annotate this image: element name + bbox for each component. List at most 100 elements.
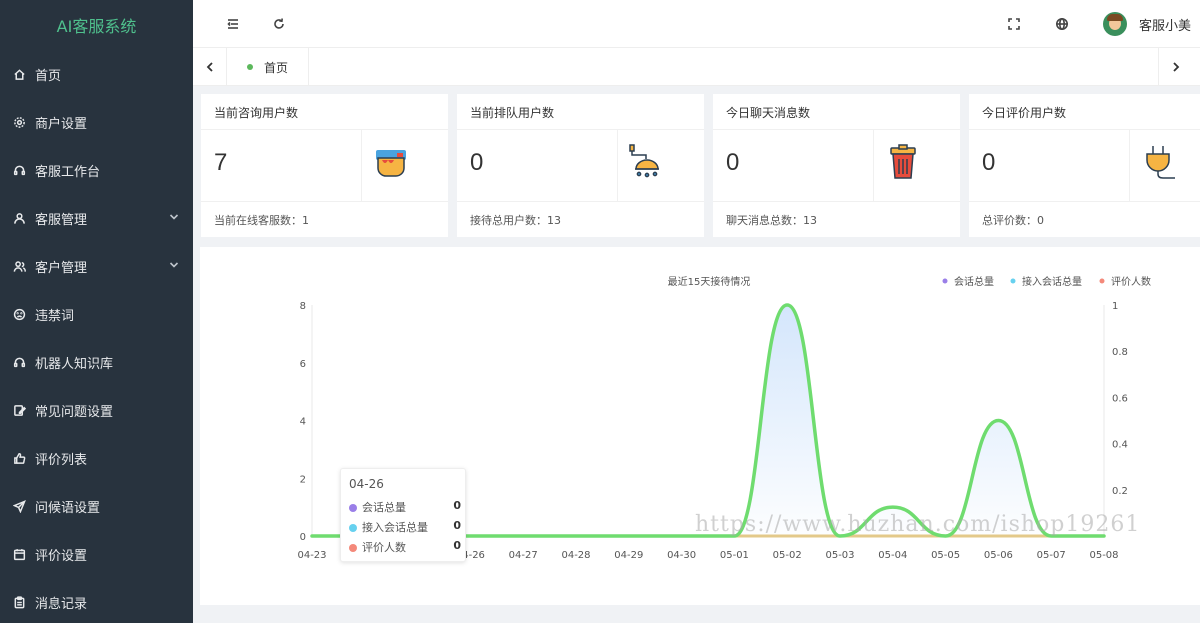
sidebar-item-label: 机器人知识库 (35, 356, 114, 372)
tooltip-row-value: 0 (453, 519, 461, 532)
legend-marker (942, 278, 948, 284)
sidebar-item[interactable]: 客服管理 (0, 194, 193, 242)
sidebar-item[interactable]: 评价设置 (0, 530, 193, 578)
y-left-tick-label: 6 (300, 359, 306, 370)
card-value: 0 (470, 149, 484, 176)
paint-bucket-icon (373, 144, 409, 180)
sidebar-item-label: 违禁词 (35, 308, 75, 324)
gear-icon (12, 115, 26, 129)
sidebar-item[interactable]: 客户管理 (0, 242, 193, 290)
users-icon (12, 259, 26, 273)
card-title: 当前排队用户数 (470, 106, 555, 120)
chart-title: 最近15天接待情况 (668, 275, 751, 288)
tooltip-row-value: 0 (453, 499, 461, 512)
x-tick-label: 05-06 (984, 550, 1013, 561)
sidebar-item-label: 客户管理 (35, 260, 88, 276)
headset-icon (12, 163, 26, 177)
menu-collapse-icon[interactable] (223, 14, 243, 34)
x-tick-label: 04-29 (614, 550, 643, 561)
y-right-tick-label: 0.4 (1112, 440, 1128, 451)
legend-label: 会话总量 (954, 275, 994, 288)
y-right-tick-label: 1 (1112, 301, 1118, 312)
tooltip-row: 接入会话总量 0 (349, 519, 461, 535)
sidebar-item[interactable]: 评价列表 (0, 434, 193, 482)
sidebar-item-label: 首页 (35, 68, 62, 84)
chart-tooltip: 04-26 会话总量 0 接入会话总量 0 评价人数 0 (340, 468, 466, 562)
plug-icon (1141, 144, 1177, 180)
tab-scroll-right-icon[interactable] (1158, 48, 1192, 86)
stat-card-queue: 当前排队用户数 0 接待总用户数：13 (457, 94, 704, 237)
clipboard-icon (12, 595, 26, 609)
edit-icon (12, 403, 26, 417)
refresh-icon[interactable] (269, 14, 289, 34)
y-right-tick-label: 0.2 (1112, 486, 1128, 497)
x-tick-label: 05-04 (878, 550, 907, 561)
card-footer: 当前在线客服数：1 (214, 214, 309, 227)
legend-marker (1099, 278, 1105, 284)
sidebar-item-label: 评价列表 (35, 452, 88, 468)
watermark: https://www.huzhan.com/ishop19261 (695, 512, 1141, 537)
tooltip-row: 会话总量 0 (349, 499, 461, 515)
legend-marker (1010, 278, 1016, 284)
tab-bar: 首页 (193, 48, 1200, 86)
card-footer: 总评价数：0 (982, 214, 1044, 227)
x-tick-label: 05-03 (825, 550, 854, 561)
sidebar-item[interactable]: 首页 (0, 50, 193, 98)
sidebar-item-label: 常见问题设置 (35, 404, 114, 420)
sidebar-item-label: 客服工作台 (35, 164, 101, 180)
legend-label: 评价人数 (1111, 275, 1151, 288)
sidebar: AI客服系统 首页商户设置客服工作台客服管理客户管理违禁词机器人知识库 常见问题设… (0, 0, 193, 623)
x-tick-label: 05-02 (773, 550, 802, 561)
sidebar-item[interactable]: 消息记录 (0, 578, 193, 623)
sidebar-item[interactable]: 问候语设置 (0, 482, 193, 530)
user-icon (12, 211, 26, 225)
sidebar-item[interactable]: 客服工作台 (0, 146, 193, 194)
shower-icon (629, 144, 665, 180)
sidebar-item[interactable]: 违禁词 (0, 290, 193, 338)
card-value: 0 (982, 149, 996, 176)
x-tick-label: 04-27 (509, 550, 538, 561)
card-value: 7 (214, 149, 228, 176)
x-tick-label: 05-01 (720, 550, 749, 561)
y-left-tick-label: 4 (300, 417, 306, 428)
home-icon (12, 67, 26, 81)
sidebar-item[interactable]: 常见问题设置 (0, 386, 193, 434)
x-tick-label: 05-08 (1089, 550, 1118, 561)
tab-scroll-left-icon[interactable] (193, 48, 227, 86)
card-title: 当前咨询用户数 (214, 106, 299, 120)
active-tab-dot (247, 64, 253, 70)
chevron-down-icon (169, 211, 179, 226)
x-tick-label: 05-05 (931, 550, 960, 561)
card-value: 0 (726, 149, 740, 176)
avatar[interactable] (1103, 12, 1127, 36)
trash-icon (885, 144, 921, 180)
stat-card-today-messages: 今日聊天消息数 0 聊天消息总数：13 (713, 94, 960, 237)
send-icon (12, 499, 26, 513)
tooltip-row: 评价人数 0 (349, 539, 461, 555)
card-footer: 聊天消息总数：13 (726, 214, 817, 227)
sidebar-menu: 首页商户设置客服工作台客服管理客户管理违禁词机器人知识库 常见问题设置 评价列表问候… (0, 50, 193, 623)
y-left-tick-label: 2 (300, 474, 306, 485)
x-tick-label: 04-30 (667, 550, 696, 561)
stat-card-current-consult: 当前咨询用户数 7 当前在线客服数：1 (201, 94, 448, 237)
x-tick-label: 04-28 (561, 550, 590, 561)
header: 客服小美 (193, 0, 1200, 48)
language-globe-icon[interactable] (1052, 14, 1072, 34)
fullscreen-icon[interactable] (1004, 14, 1024, 34)
tooltip-row-label: 评价人数 (362, 541, 406, 554)
sidebar-item[interactable]: 商户设置 (0, 98, 193, 146)
app-title: AI客服系统 (0, 0, 193, 50)
card-footer: 接待总用户数：13 (470, 214, 561, 227)
card-title: 今日评价用户数 (982, 106, 1067, 120)
sidebar-item[interactable]: 机器人知识库 (0, 338, 193, 386)
sidebar-item-label: 客服管理 (35, 212, 88, 228)
tab-label: 首页 (264, 60, 289, 75)
sidebar-item-label: 消息记录 (35, 596, 88, 612)
tab-home[interactable]: 首页 (227, 48, 309, 86)
headset-icon (12, 355, 26, 369)
username[interactable]: 客服小美 (1139, 15, 1191, 34)
reception-chart-panel: 最近15天接待情况 会话总量 接入会话总量 评价人数 0 2 4 6 8 0.2 0.4 0.6 0.8… (200, 247, 1200, 605)
legend-label: 接入会话总量 (1022, 275, 1082, 288)
y-right-tick-label: 0.6 (1112, 393, 1128, 404)
x-tick-label: 05-07 (1037, 550, 1066, 561)
